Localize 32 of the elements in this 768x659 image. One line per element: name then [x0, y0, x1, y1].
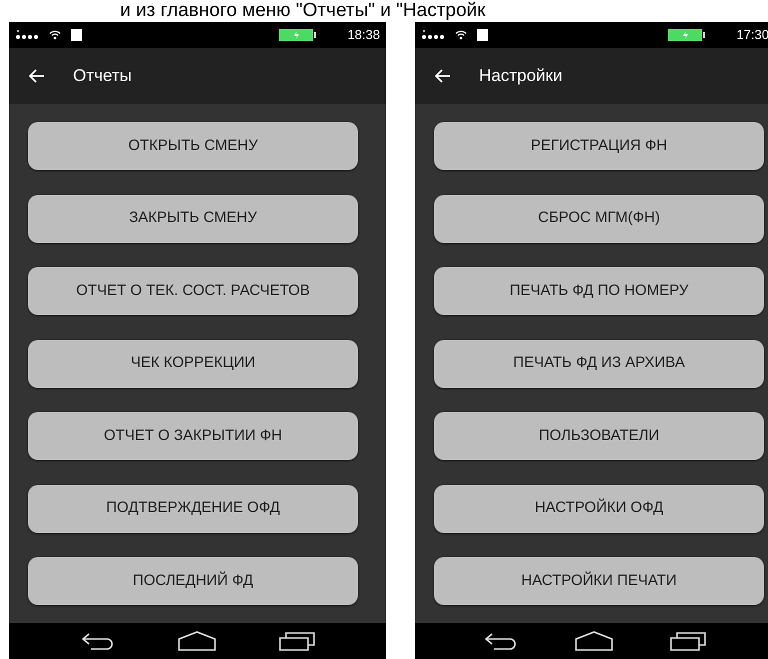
menu-button[interactable]: ОТЧЕТ О ТЕК. СОСТ. РАСЧЕТОВ [28, 267, 358, 315]
notification-icon [477, 29, 488, 41]
screen-title: Отчеты [73, 65, 132, 88]
wifi-icon [49, 30, 61, 40]
signal-icon [421, 30, 447, 40]
menu-button[interactable]: ОТКРЫТЬ СМЕНУ [28, 122, 358, 170]
menu-button[interactable]: ПОДТВЕРЖДЕНИЕ ОФД [28, 484, 358, 532]
menu-button[interactable]: СБРОС МГМ(ФН) [434, 194, 764, 242]
caption-text: и из главного меню "Отчеты" и "Настройк [120, 0, 486, 22]
menu-button[interactable]: ПОСЛЕДНИЙ ФД [28, 557, 358, 605]
battery-charging-icon [668, 29, 706, 41]
menu-button[interactable]: НАСТРОЙКИ ПЕЧАТИ [434, 557, 764, 605]
recent-apps-icon[interactable] [278, 631, 314, 651]
menu-button[interactable]: ОТЧЕТ О ЗАКРЫТИИ ФН [28, 412, 358, 460]
battery-charging-icon [279, 29, 318, 41]
menu-button[interactable]: ПОЛЬЗОВАТЕЛИ [434, 412, 764, 460]
home-icon[interactable] [178, 631, 216, 651]
screen-title: Настройки [479, 65, 562, 88]
wifi-icon [455, 30, 467, 40]
menu-button[interactable]: ЧЕК КОРРЕКЦИИ [28, 340, 358, 388]
menu-button[interactable]: ПЕЧАТЬ ФД ПО НОМЕРУ [434, 267, 764, 315]
back-icon[interactable] [80, 631, 114, 651]
signal-icon [15, 30, 41, 40]
notification-icon [71, 29, 82, 41]
menu-button[interactable]: ПЕЧАТЬ ФД ИЗ АРХИВА [434, 340, 764, 388]
back-icon[interactable] [484, 631, 518, 651]
menu-button[interactable]: РЕГИСТРАЦИЯ ФН [434, 122, 764, 170]
menu-button[interactable]: НАСТРОЙКИ ОФД [434, 484, 764, 532]
recent-apps-icon[interactable] [670, 631, 706, 651]
menu-button[interactable]: ЗАКРЫТЬ СМЕНУ [28, 194, 358, 242]
clock-text: 18:38 [347, 26, 380, 44]
home-icon[interactable] [574, 631, 613, 651]
